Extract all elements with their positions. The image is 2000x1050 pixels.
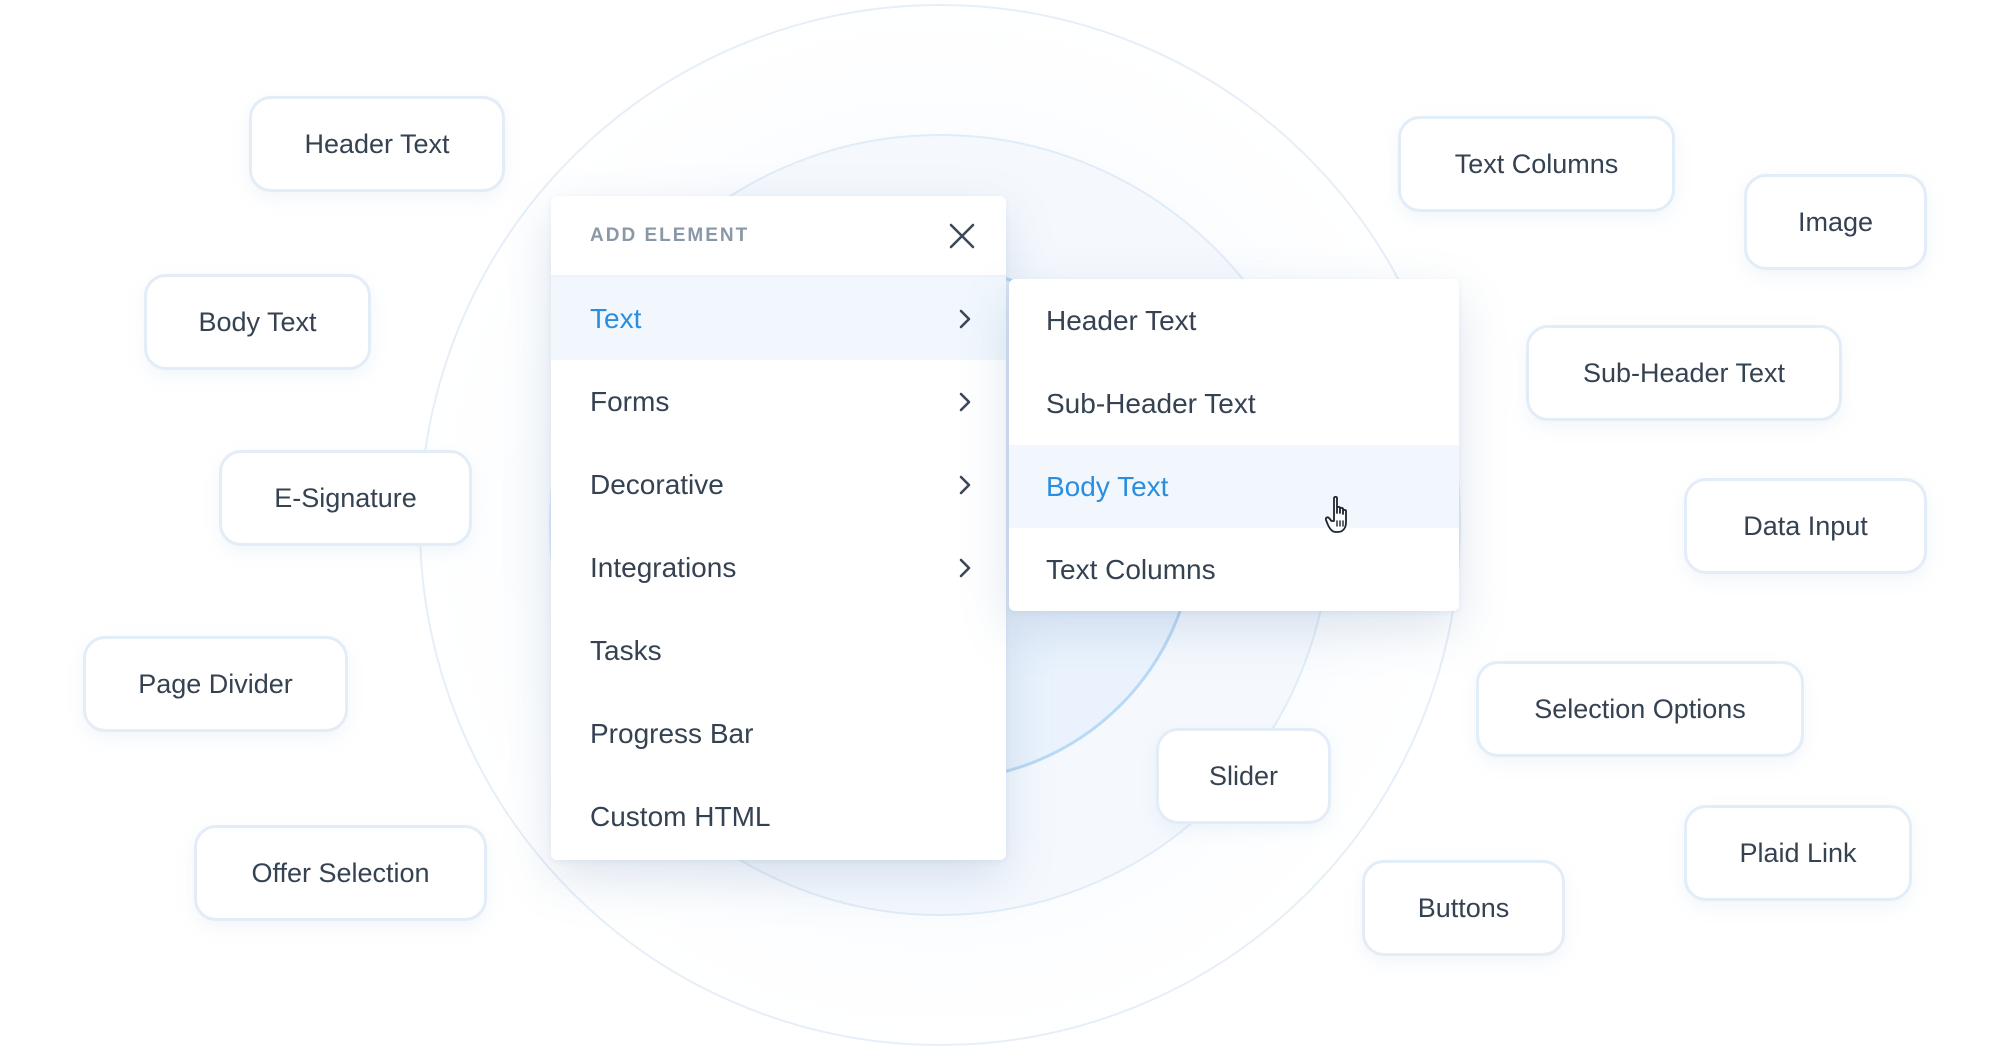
menu-item-decorative[interactable]: Decorative [551,443,1006,526]
chip-offer-selection[interactable]: Offer Selection [194,825,487,921]
close-icon[interactable] [946,220,978,252]
submenu-item-body-text[interactable]: Body Text [1009,445,1459,528]
text-submenu: Header Text Sub-Header Text Body Text Te… [1009,279,1459,611]
chevron-right-icon [954,308,976,330]
chip-slider[interactable]: Slider [1156,728,1331,824]
menu-item-label: Progress Bar [590,717,754,749]
menu-item-tasks[interactable]: Tasks [551,609,1006,692]
chevron-right-icon [954,391,976,413]
chevron-right-icon [954,557,976,579]
chip-e-signature[interactable]: E-Signature [219,450,472,546]
chip-page-divider[interactable]: Page Divider [83,636,348,732]
menu-item-custom-html[interactable]: Custom HTML [551,775,1006,858]
menu-item-label: Tasks [590,634,662,666]
menu-item-label: Text [590,302,642,334]
menu-item-label: Integrations [590,551,737,583]
menu-item-integrations[interactable]: Integrations [551,526,1006,609]
chip-plaid-link[interactable]: Plaid Link [1684,805,1912,901]
submenu-item-sub-header-text[interactable]: Sub-Header Text [1009,362,1459,445]
submenu-item-text-columns[interactable]: Text Columns [1009,528,1459,611]
menu-item-forms[interactable]: Forms [551,360,1006,443]
menu-item-text[interactable]: Text [551,277,1006,360]
menu-item-label: Decorative [590,468,724,500]
chevron-right-icon [954,474,976,496]
chip-selection-options[interactable]: Selection Options [1476,661,1804,757]
menu-title: ADD ELEMENT [590,224,750,246]
chip-text-columns[interactable]: Text Columns [1398,116,1675,212]
chip-header-text[interactable]: Header Text [249,96,505,192]
submenu-item-header-text[interactable]: Header Text [1009,279,1459,362]
submenu-item-label: Text Columns [1046,553,1216,585]
hand-pointer-icon [1325,495,1347,533]
chip-buttons[interactable]: Buttons [1362,860,1565,956]
chip-body-text[interactable]: Body Text [144,274,371,370]
menu-header: ADD ELEMENT [551,196,1006,277]
chip-data-input[interactable]: Data Input [1684,478,1927,574]
menu-item-progress-bar[interactable]: Progress Bar [551,692,1006,775]
submenu-item-label: Sub-Header Text [1046,387,1256,419]
add-element-menu: ADD ELEMENT Text Forms Decorative Integr… [551,196,1006,860]
chip-sub-header-text[interactable]: Sub-Header Text [1526,325,1842,421]
chip-image[interactable]: Image [1744,174,1927,270]
submenu-item-label: Header Text [1046,304,1197,336]
menu-item-label: Forms [590,385,670,417]
submenu-item-label: Body Text [1046,470,1169,502]
menu-item-label: Custom HTML [590,800,771,832]
